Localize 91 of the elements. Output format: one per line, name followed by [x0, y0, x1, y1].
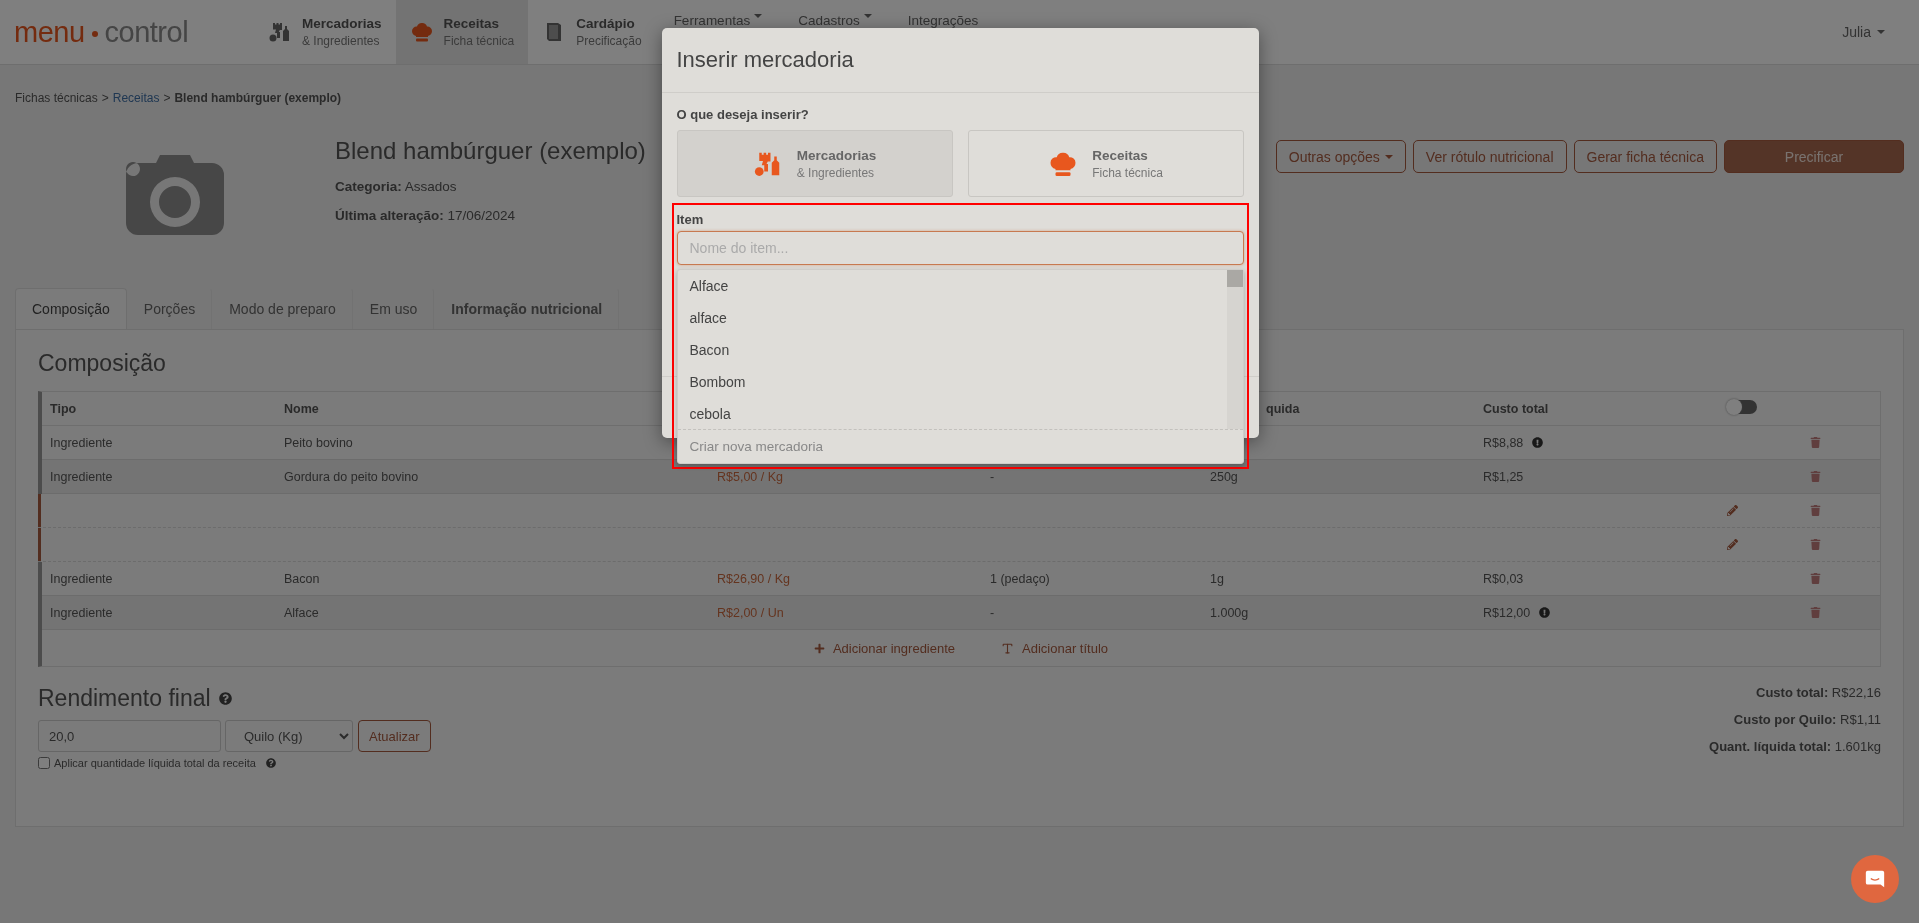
tab[interactable]: Porções — [126, 288, 213, 329]
tab[interactable]: Em uso — [352, 288, 435, 329]
table-cell: R$8,88 — [1483, 435, 1524, 450]
create-item-option[interactable]: Criar nova mercadoria — [677, 430, 1243, 463]
outline-button[interactable]: Gerar ficha técnica — [1573, 140, 1717, 173]
recipe-field: Categoria: Assados — [335, 179, 646, 194]
type-option[interactable]: Mercadorias & Ingredientes — [676, 130, 953, 197]
nav-item[interactable]: Cardápio Precificação — [528, 0, 656, 64]
table-cell: R$12,00 — [1483, 605, 1531, 620]
tab[interactable]: Composição — [15, 288, 127, 329]
type-option[interactable]: Receitas Ficha técnica — [967, 130, 1244, 197]
pencil-icon[interactable] — [1727, 539, 1738, 550]
camera-icon — [126, 155, 224, 235]
section-heading: Rendimento final — [38, 685, 211, 712]
breadcrumb-separator: > — [101, 91, 109, 107]
trash-icon[interactable] — [1810, 437, 1821, 448]
dropdown-option[interactable]: Alface — [677, 270, 1227, 302]
table-cell: - — [990, 469, 995, 484]
primary-button[interactable]: Precificar — [1724, 140, 1904, 173]
table-cell: - — [990, 605, 995, 620]
add-link[interactable]: Adicionar título — [995, 639, 1115, 657]
toggle-switch[interactable] — [1727, 400, 1757, 414]
column-header: Custo total — [1483, 401, 1549, 416]
logo[interactable]: menu control — [0, 0, 254, 64]
warning-icon — [1532, 437, 1544, 448]
table-cell: R$0,03 — [1483, 571, 1524, 586]
breadcrumb-link[interactable]: Receitas — [112, 91, 160, 123]
table-cell: Ingrediente — [50, 469, 113, 484]
breadcrumb-separator: > — [163, 91, 171, 107]
chat-button[interactable] — [1851, 855, 1899, 903]
chef-hat-icon — [409, 20, 434, 44]
recipe-title: Blend hambúrguer (exemplo) — [335, 137, 646, 165]
nav-link[interactable]: Integrações — [889, 0, 997, 64]
grocery-icon — [268, 20, 292, 44]
table-cell: Alface — [284, 605, 319, 620]
unit-select[interactable]: Quilo (Kg) — [225, 720, 353, 752]
dropdown-option[interactable]: Bombom — [677, 366, 1227, 398]
trash-icon[interactable] — [1810, 471, 1821, 482]
table-cell: Gordura do peito bovino — [284, 469, 419, 484]
trash-icon[interactable] — [1810, 607, 1821, 618]
total-line: Custo total: R$22,16 — [1756, 685, 1881, 700]
scrollbar[interactable] — [1226, 270, 1243, 429]
table-cell: 1 (pedaço) — [990, 571, 1050, 586]
tab[interactable]: Modo de preparo — [212, 288, 353, 329]
total-line: Quant. líquida total: 1.601kg — [1709, 739, 1881, 754]
table-cell: Peito bovino — [284, 435, 353, 450]
dropdown-option[interactable]: Bacon — [677, 334, 1227, 366]
outline-button[interactable]: Outras opções — [1275, 140, 1406, 173]
text-icon — [1001, 641, 1015, 655]
warning-icon — [1539, 607, 1551, 618]
table-cell: R$1,25 — [1483, 469, 1524, 484]
tab[interactable]: Informação nutricional — [434, 288, 620, 329]
chat-icon — [1864, 868, 1886, 890]
add-link[interactable]: Adicionar ingrediente — [807, 639, 962, 657]
breadcrumb-item: Fichas técnicas — [15, 91, 98, 107]
question-label: O que deseja inserir? — [676, 107, 810, 122]
outline-button[interactable]: Ver rótulo nutricional — [1412, 140, 1567, 173]
nav-item[interactable]: Receitas Ficha técnica — [395, 0, 529, 64]
checkbox-label: Aplicar quantidade líquida total da receita — [54, 757, 256, 769]
dropdown-option[interactable]: alface — [677, 302, 1227, 334]
modal-title: Inserir mercadoria — [676, 47, 854, 73]
trash-icon[interactable] — [1810, 505, 1821, 516]
column-header: quida — [1266, 401, 1300, 416]
table-cell: 1.000g — [1210, 605, 1249, 620]
column-header: Nome — [284, 401, 319, 416]
amount-field[interactable]: 20,0 — [38, 720, 221, 752]
table-cell: Ingrediente — [50, 605, 113, 620]
trash-icon[interactable] — [1810, 539, 1821, 550]
recipe-field: Última alteração: 17/06/2024 — [335, 208, 646, 223]
plus-icon — [813, 642, 825, 654]
column-header: Tipo — [50, 401, 77, 416]
help-icon[interactable] — [218, 692, 232, 705]
table-cell: R$5,00 / Kg — [717, 469, 783, 484]
nav-item[interactable]: Mercadorias & Ingredientes — [254, 0, 396, 64]
checkbox[interactable] — [38, 757, 50, 769]
user-menu[interactable]: Julia — [1808, 0, 1919, 64]
field-label: Item — [676, 211, 705, 229]
total-line: Custo por Quilo: R$1,11 — [1733, 712, 1881, 727]
help-icon[interactable] — [265, 758, 276, 768]
update-button[interactable]: Atualizar — [358, 720, 431, 752]
table-cell: Ingrediente — [50, 435, 113, 450]
table-cell: Bacon — [284, 571, 320, 586]
breadcrumb-item: Blend hambúrguer (exemplo) — [174, 91, 342, 107]
table-cell: R$2,00 / Un — [717, 605, 784, 620]
table-cell: 1g — [1210, 571, 1224, 586]
table-cell: 250g — [1210, 469, 1238, 484]
table-cell: Ingrediente — [50, 571, 113, 586]
pencil-icon[interactable] — [1727, 505, 1738, 516]
table-cell: R$26,90 / Kg — [717, 571, 790, 586]
trash-icon[interactable] — [1810, 573, 1821, 584]
dropdown-option[interactable]: cebola — [677, 398, 1227, 430]
